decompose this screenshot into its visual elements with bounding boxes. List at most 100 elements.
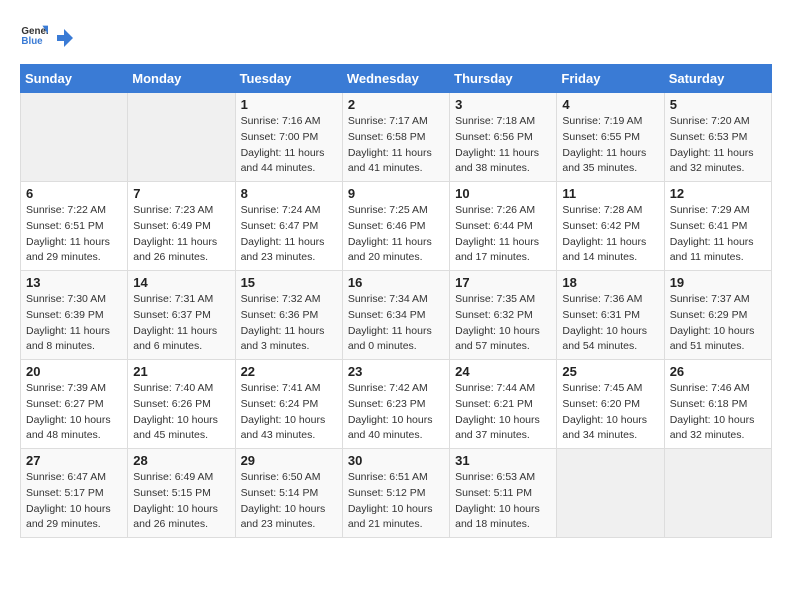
calendar-cell: 31 Sunrise: 6:53 AMSunset: 5:11 PMDayligh… (450, 449, 557, 538)
calendar-cell: 6 Sunrise: 7:22 AMSunset: 6:51 PMDaylight… (21, 182, 128, 271)
weekday-header: Friday (557, 65, 664, 93)
calendar-cell: 4Sunrise: 7:19 AMSunset: 6:55 PMDaylight… (557, 93, 664, 182)
calendar-cell: 19 Sunrise: 7:37 AMSunset: 6:29 PMDayligh… (664, 271, 771, 360)
day-info: Sunrise: 6:49 AMSunset: 5:15 PMDaylight:… (133, 470, 229, 533)
calendar-cell (557, 449, 664, 538)
day-number: 4 (562, 97, 658, 112)
calendar-cell: 2 Sunrise: 7:17 AMSunset: 6:58 PMDaylight… (342, 93, 449, 182)
day-info: Sunrise: 7:30 AMSunset: 6:39 PMDaylight:… (26, 292, 122, 355)
calendar-cell: 3 Sunrise: 7:18 AMSunset: 6:56 PMDaylight… (450, 93, 557, 182)
calendar-cell: 11 Sunrise: 7:28 AMSunset: 6:42 PMDayligh… (557, 182, 664, 271)
day-number: 19 (670, 275, 766, 290)
day-number: 26 (670, 364, 766, 379)
weekday-header: Tuesday (235, 65, 342, 93)
calendar-cell (21, 93, 128, 182)
calendar-cell: 26 Sunrise: 7:46 AMSunset: 6:18 PMDayligh… (664, 360, 771, 449)
calendar-cell: 24 Sunrise: 7:44 AMSunset: 6:21 PMDayligh… (450, 360, 557, 449)
page-header: General Blue (20, 20, 772, 48)
day-info: Sunrise: 7:23 AMSunset: 6:49 PMDaylight:… (133, 203, 229, 266)
day-info: Sunrise: 7:17 AMSunset: 6:58 PMDaylight:… (348, 114, 444, 177)
day-info: Sunrise: 7:39 AMSunset: 6:27 PMDaylight:… (26, 381, 122, 444)
day-number: 31 (455, 453, 551, 468)
weekday-header: Sunday (21, 65, 128, 93)
calendar-cell: 23Sunrise: 7:42 AMSunset: 6:23 PMDayligh… (342, 360, 449, 449)
day-info: Sunrise: 7:28 AMSunset: 6:42 PMDaylight:… (562, 203, 658, 266)
day-number: 2 (348, 97, 444, 112)
day-number: 15 (241, 275, 337, 290)
day-info: Sunrise: 7:35 AMSunset: 6:32 PMDaylight:… (455, 292, 551, 355)
day-info: Sunrise: 7:34 AMSunset: 6:34 PMDaylight:… (348, 292, 444, 355)
calendar-week-row: 6 Sunrise: 7:22 AMSunset: 6:51 PMDaylight… (21, 182, 772, 271)
day-number: 29 (241, 453, 337, 468)
day-info: Sunrise: 6:53 AMSunset: 5:11 PMDaylight:… (455, 470, 551, 533)
day-info: Sunrise: 7:20 AMSunset: 6:53 PMDaylight:… (670, 114, 766, 177)
day-number: 30 (348, 453, 444, 468)
day-info: Sunrise: 7:24 AMSunset: 6:47 PMDaylight:… (241, 203, 337, 266)
day-info: Sunrise: 7:37 AMSunset: 6:29 PMDaylight:… (670, 292, 766, 355)
day-number: 25 (562, 364, 658, 379)
weekday-header: Saturday (664, 65, 771, 93)
day-info: Sunrise: 7:18 AMSunset: 6:56 PMDaylight:… (455, 114, 551, 177)
calendar-week-row: 27Sunrise: 6:47 AMSunset: 5:17 PMDayligh… (21, 449, 772, 538)
day-info: Sunrise: 7:45 AMSunset: 6:20 PMDaylight:… (562, 381, 658, 444)
calendar-cell: 20Sunrise: 7:39 AMSunset: 6:27 PMDayligh… (21, 360, 128, 449)
calendar-body: 1 Sunrise: 7:16 AMSunset: 7:00 PMDaylight… (21, 93, 772, 538)
calendar-cell (128, 93, 235, 182)
day-number: 13 (26, 275, 122, 290)
day-number: 22 (241, 364, 337, 379)
day-number: 1 (241, 97, 337, 112)
day-number: 12 (670, 186, 766, 201)
day-info: Sunrise: 7:29 AMSunset: 6:41 PMDaylight:… (670, 203, 766, 266)
calendar-cell (664, 449, 771, 538)
calendar-cell: 28 Sunrise: 6:49 AMSunset: 5:15 PMDayligh… (128, 449, 235, 538)
logo-icon: General Blue (20, 20, 48, 48)
calendar-table: SundayMondayTuesdayWednesdayThursdayFrid… (20, 64, 772, 538)
day-number: 6 (26, 186, 122, 201)
calendar-week-row: 20Sunrise: 7:39 AMSunset: 6:27 PMDayligh… (21, 360, 772, 449)
weekday-header: Wednesday (342, 65, 449, 93)
calendar-cell: 15 Sunrise: 7:32 AMSunset: 6:36 PMDayligh… (235, 271, 342, 360)
calendar-header-row: SundayMondayTuesdayWednesdayThursdayFrid… (21, 65, 772, 93)
calendar-cell: 5Sunrise: 7:20 AMSunset: 6:53 PMDaylight… (664, 93, 771, 182)
day-info: Sunrise: 6:50 AMSunset: 5:14 PMDaylight:… (241, 470, 337, 533)
logo-flag-icon (53, 27, 75, 49)
day-number: 7 (133, 186, 229, 201)
day-info: Sunrise: 7:41 AMSunset: 6:24 PMDaylight:… (241, 381, 337, 444)
calendar-cell: 9Sunrise: 7:25 AMSunset: 6:46 PMDaylight… (342, 182, 449, 271)
day-number: 24 (455, 364, 551, 379)
calendar-cell: 17 Sunrise: 7:35 AMSunset: 6:32 PMDayligh… (450, 271, 557, 360)
day-number: 14 (133, 275, 229, 290)
calendar-cell: 21 Sunrise: 7:40 AMSunset: 6:26 PMDayligh… (128, 360, 235, 449)
logo: General Blue (20, 20, 76, 48)
day-info: Sunrise: 7:32 AMSunset: 6:36 PMDaylight:… (241, 292, 337, 355)
calendar-cell: 7 Sunrise: 7:23 AMSunset: 6:49 PMDaylight… (128, 182, 235, 271)
day-info: Sunrise: 7:36 AMSunset: 6:31 PMDaylight:… (562, 292, 658, 355)
day-info: Sunrise: 7:26 AMSunset: 6:44 PMDaylight:… (455, 203, 551, 266)
day-info: Sunrise: 7:40 AMSunset: 6:26 PMDaylight:… (133, 381, 229, 444)
calendar-cell: 8Sunrise: 7:24 AMSunset: 6:47 PMDaylight… (235, 182, 342, 271)
calendar-cell: 27Sunrise: 6:47 AMSunset: 5:17 PMDayligh… (21, 449, 128, 538)
day-number: 27 (26, 453, 122, 468)
svg-text:Blue: Blue (21, 36, 43, 47)
calendar-cell: 30Sunrise: 6:51 AMSunset: 5:12 PMDayligh… (342, 449, 449, 538)
calendar-week-row: 13 Sunrise: 7:30 AMSunset: 6:39 PMDayligh… (21, 271, 772, 360)
calendar-cell: 14 Sunrise: 7:31 AMSunset: 6:37 PMDayligh… (128, 271, 235, 360)
day-info: Sunrise: 7:44 AMSunset: 6:21 PMDaylight:… (455, 381, 551, 444)
day-number: 11 (562, 186, 658, 201)
weekday-header: Thursday (450, 65, 557, 93)
day-number: 3 (455, 97, 551, 112)
day-number: 21 (133, 364, 229, 379)
calendar-cell: 16Sunrise: 7:34 AMSunset: 6:34 PMDayligh… (342, 271, 449, 360)
day-number: 17 (455, 275, 551, 290)
day-info: Sunrise: 7:42 AMSunset: 6:23 PMDaylight:… (348, 381, 444, 444)
day-info: Sunrise: 7:16 AMSunset: 7:00 PMDaylight:… (241, 114, 337, 177)
day-number: 28 (133, 453, 229, 468)
day-info: Sunrise: 7:25 AMSunset: 6:46 PMDaylight:… (348, 203, 444, 266)
calendar-cell: 1 Sunrise: 7:16 AMSunset: 7:00 PMDaylight… (235, 93, 342, 182)
day-info: Sunrise: 7:31 AMSunset: 6:37 PMDaylight:… (133, 292, 229, 355)
day-info: Sunrise: 7:22 AMSunset: 6:51 PMDaylight:… (26, 203, 122, 266)
calendar-cell: 18Sunrise: 7:36 AMSunset: 6:31 PMDayligh… (557, 271, 664, 360)
calendar-cell: 10Sunrise: 7:26 AMSunset: 6:44 PMDayligh… (450, 182, 557, 271)
calendar-cell: 25 Sunrise: 7:45 AMSunset: 6:20 PMDayligh… (557, 360, 664, 449)
day-info: Sunrise: 7:46 AMSunset: 6:18 PMDaylight:… (670, 381, 766, 444)
